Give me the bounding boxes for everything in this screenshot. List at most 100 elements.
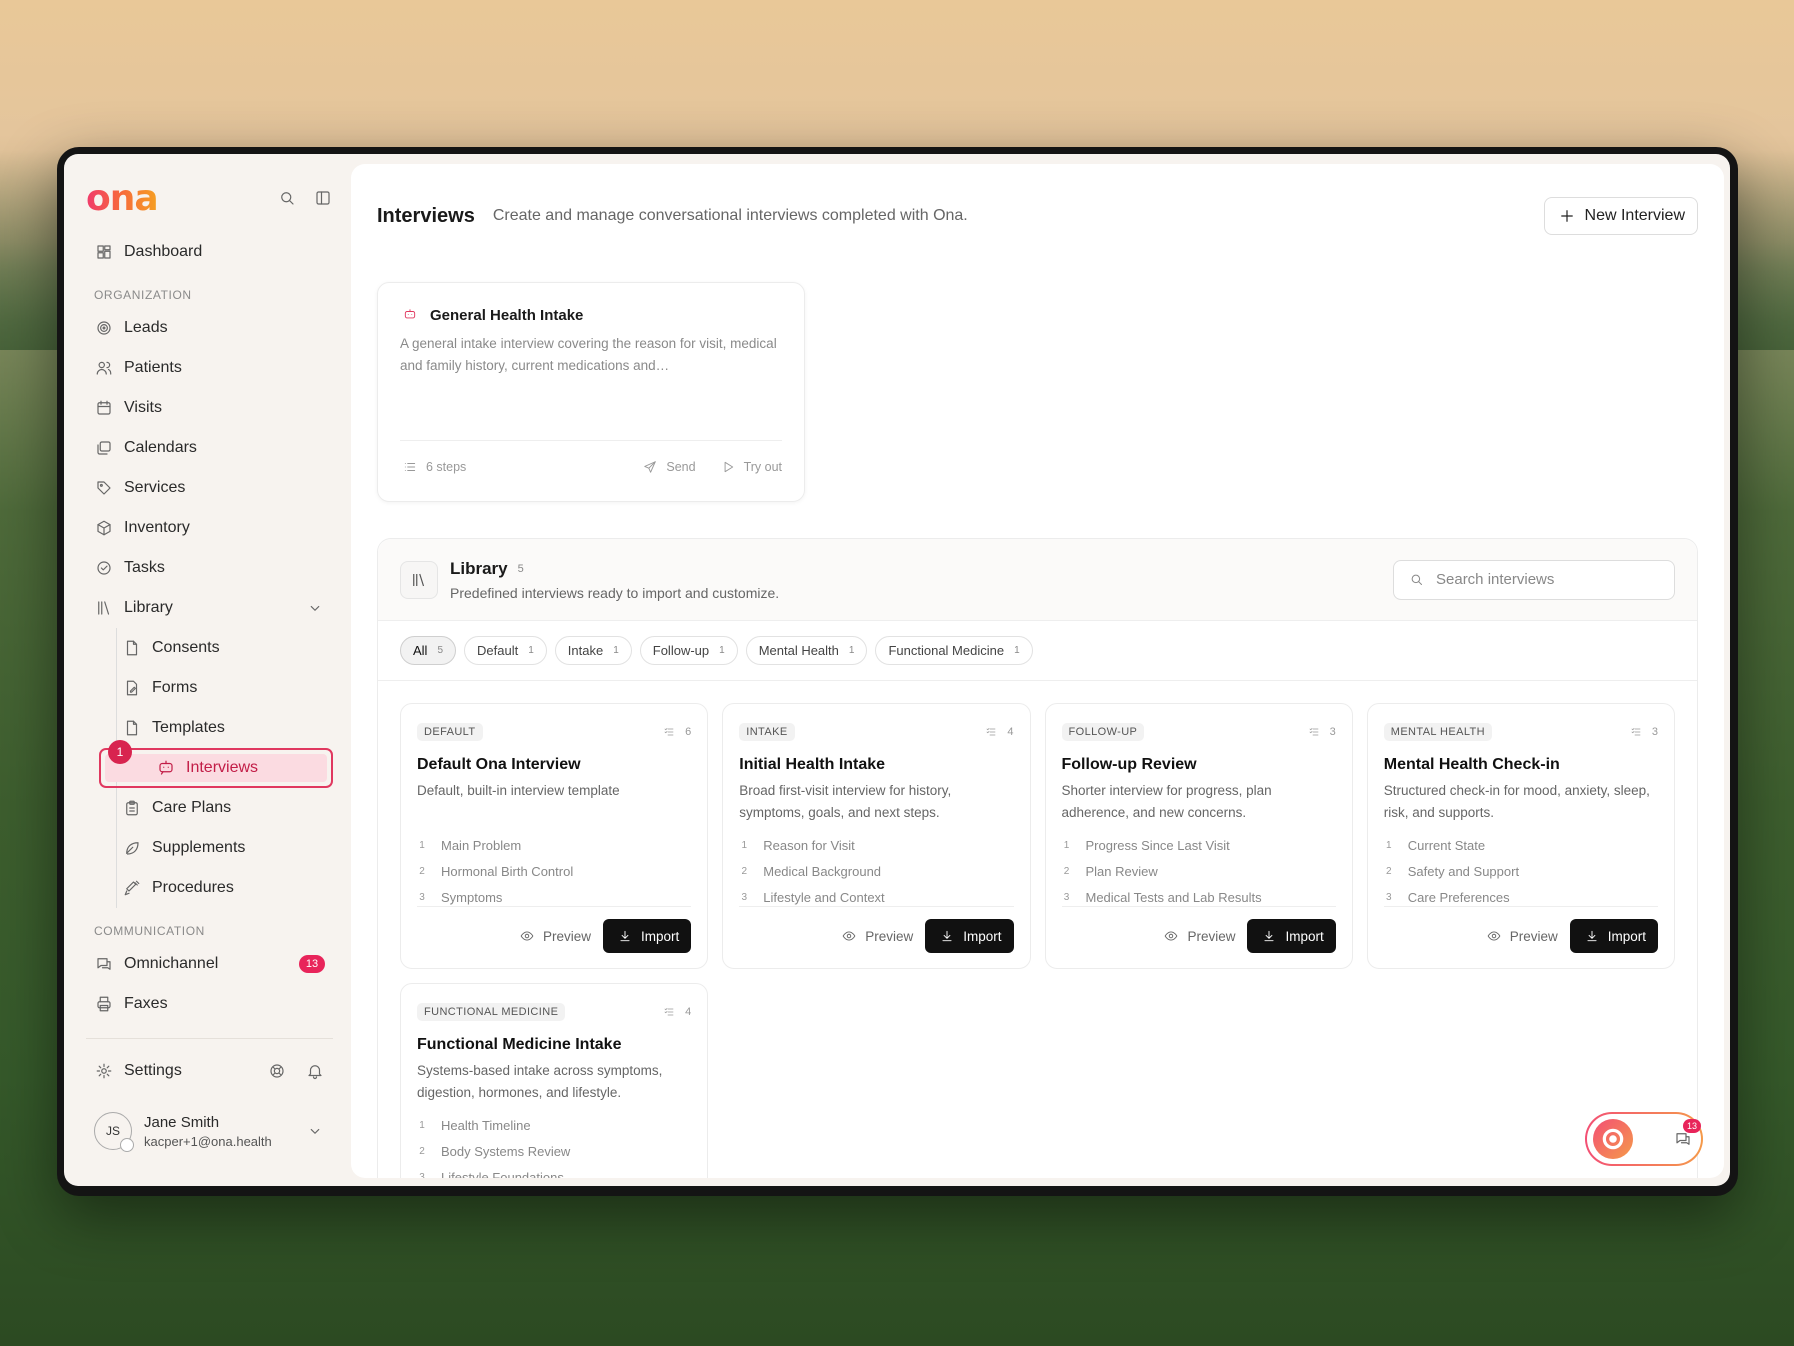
- preview-button[interactable]: Preview: [1161, 926, 1235, 946]
- section-label-communication: COMMUNICATION: [94, 924, 205, 938]
- sidebar-item-visits[interactable]: Visits: [86, 388, 333, 428]
- tab-functional-medicine[interactable]: Functional Medicine 1: [875, 636, 1033, 665]
- sidebar-toggle-icon[interactable]: [313, 188, 333, 208]
- import-button[interactable]: Import: [925, 919, 1014, 953]
- try-out-button[interactable]: Try out: [718, 457, 782, 477]
- interview-title: General Health Intake: [430, 306, 584, 324]
- interview-card[interactable]: General Health Intake A general intake i…: [377, 282, 805, 502]
- avatar: JS: [94, 1112, 134, 1152]
- import-button[interactable]: Import: [1247, 919, 1336, 953]
- step-index: 1: [419, 839, 425, 851]
- library-card[interactable]: FOLLOW-UP 3 Follow-up Review Shorter int…: [1044, 703, 1353, 969]
- new-interview-button[interactable]: New Interview: [1543, 197, 1698, 235]
- ona-assistant-icon[interactable]: [1593, 1119, 1633, 1159]
- search-input[interactable]: Search interviews: [1393, 559, 1675, 600]
- sidebar-item-interviews[interactable]: 1 Interviews: [99, 740, 333, 788]
- sidebar-item-omnichannel[interactable]: Omnichannel 13: [86, 944, 333, 984]
- steps-number: 4: [685, 1006, 692, 1018]
- library-panel: Library 5 Predefined interviews ready to…: [377, 538, 1698, 1178]
- step-label: Safety and Support: [1407, 863, 1520, 879]
- ona-logo: ona: [86, 177, 159, 219]
- card-description: Systems-based intake across symptoms, di…: [417, 1063, 663, 1100]
- filter-tabs: All 5 Default 1 Intake 1 Follow-up 1 Mental …: [378, 621, 1697, 681]
- library-card[interactable]: FUNCTIONAL MEDICINE 4 Functional Medicin…: [400, 983, 709, 1179]
- sidebar-item-label: Patients: [124, 359, 182, 376]
- help-lifebuoy-icon[interactable]: [267, 1061, 287, 1081]
- preview-button[interactable]: Preview: [1484, 926, 1558, 946]
- step-list: 1 Current State 2 Safety and Support 3 Care P…: [1384, 832, 1658, 910]
- step-item: 2 Body Systems Review: [417, 1138, 691, 1164]
- sidebar-item-leads[interactable]: Leads: [86, 308, 333, 348]
- step-index: 2: [1385, 865, 1392, 877]
- sidebar-item-services[interactable]: Services: [86, 468, 333, 508]
- search-icon[interactable]: [277, 188, 297, 208]
- library-card[interactable]: MENTAL HEALTH 3 Mental Health Check-in S…: [1366, 703, 1675, 969]
- tab-all[interactable]: All 5: [400, 636, 457, 665]
- sidebar-item-library[interactable]: Library: [86, 588, 333, 628]
- chat-bot-icon: [400, 305, 420, 325]
- play-icon: [718, 457, 738, 477]
- sidebar-item-care-plans[interactable]: Care Plans: [86, 788, 333, 828]
- card-description: Structured check-in for mood, anxiety, s…: [1383, 783, 1650, 820]
- chevron-down-icon[interactable]: [305, 1121, 325, 1141]
- document-icon: [122, 638, 142, 658]
- card-title: Default Ona Interview: [417, 756, 581, 773]
- sidebar-item-supplements[interactable]: Supplements: [86, 828, 333, 868]
- chevron-down-icon[interactable]: [305, 598, 325, 618]
- card-description: Shorter interview for progress, plan adh…: [1061, 783, 1272, 820]
- steps-number: 3: [1651, 726, 1658, 738]
- step-index: 3: [419, 1171, 425, 1179]
- tab-default[interactable]: Default 1: [464, 636, 547, 665]
- tab-follow-up[interactable]: Follow-up 1: [639, 636, 738, 665]
- steps-number: 3: [1329, 726, 1336, 738]
- import-button[interactable]: Import: [602, 919, 692, 953]
- sidebar-item-patients[interactable]: Patients: [86, 348, 333, 388]
- sidebar-item-label: Calendars: [124, 439, 197, 456]
- tab-count: 1: [848, 645, 855, 656]
- file-icon: [122, 718, 142, 738]
- sidebar-item-label: Settings: [124, 1062, 182, 1079]
- user-menu[interactable]: JS Jane Smith kacper+1@ona.health: [86, 1103, 333, 1159]
- sidebar-item-settings[interactable]: Settings: [86, 1051, 333, 1091]
- library-card-grid: DEFAULT 6 Default Ona Interview Default,…: [378, 681, 1697, 1178]
- step-label: Body Systems Review: [441, 1143, 571, 1159]
- tab-label: All: [413, 643, 428, 658]
- sidebar-item-label: Library: [124, 599, 173, 616]
- import-button[interactable]: Import: [1569, 919, 1658, 953]
- sidebar-item-label: Dashboard: [124, 243, 203, 260]
- steps-count: 3: [1626, 722, 1658, 742]
- library-card[interactable]: INTAKE 4 Initial Health Intake Broad fir…: [722, 703, 1031, 969]
- send-button[interactable]: Send: [640, 457, 696, 477]
- sidebar-item-tasks[interactable]: Tasks: [86, 548, 333, 588]
- chat-widget[interactable]: 13: [1585, 1112, 1703, 1166]
- sidebar-item-procedures[interactable]: Procedures: [86, 868, 333, 908]
- sidebar-item-consents[interactable]: Consents: [86, 628, 333, 668]
- eye-icon: [839, 926, 859, 946]
- sidebar-item-inventory[interactable]: Inventory: [86, 508, 333, 548]
- sidebar-item-faxes[interactable]: Faxes: [86, 984, 333, 1024]
- tab-label: Intake: [567, 643, 604, 658]
- sidebar-item-label: Inventory: [124, 519, 190, 536]
- sidebar-item-calendars[interactable]: Calendars: [86, 428, 333, 468]
- step-label: Care Preferences: [1407, 889, 1510, 905]
- messages-icon[interactable]: 13: [1673, 1119, 1701, 1149]
- steps-label: 6 steps: [426, 459, 467, 474]
- download-icon: [615, 926, 635, 946]
- divider: [86, 1038, 333, 1039]
- preview-button[interactable]: Preview: [517, 926, 591, 946]
- plus-icon: [1557, 206, 1577, 226]
- preview-button[interactable]: Preview: [839, 926, 913, 946]
- dashboard-icon: [94, 242, 114, 262]
- eye-icon: [1161, 926, 1181, 946]
- step-index: 1: [1385, 839, 1392, 851]
- sidebar-item-forms[interactable]: Forms: [86, 668, 333, 708]
- step-index: 3: [419, 891, 425, 903]
- sidebar-item-dashboard[interactable]: Dashboard: [86, 232, 333, 272]
- tab-intake[interactable]: Intake 1: [554, 636, 632, 665]
- clipboard-icon: [122, 798, 142, 818]
- tab-mental-health[interactable]: Mental Health 1: [745, 636, 868, 665]
- step-item: 2 Medical Background: [739, 858, 1013, 884]
- library-card[interactable]: DEFAULT 6 Default Ona Interview Default,…: [400, 703, 709, 969]
- bell-icon[interactable]: [305, 1061, 325, 1081]
- section-label-organization: ORGANIZATION: [94, 288, 192, 302]
